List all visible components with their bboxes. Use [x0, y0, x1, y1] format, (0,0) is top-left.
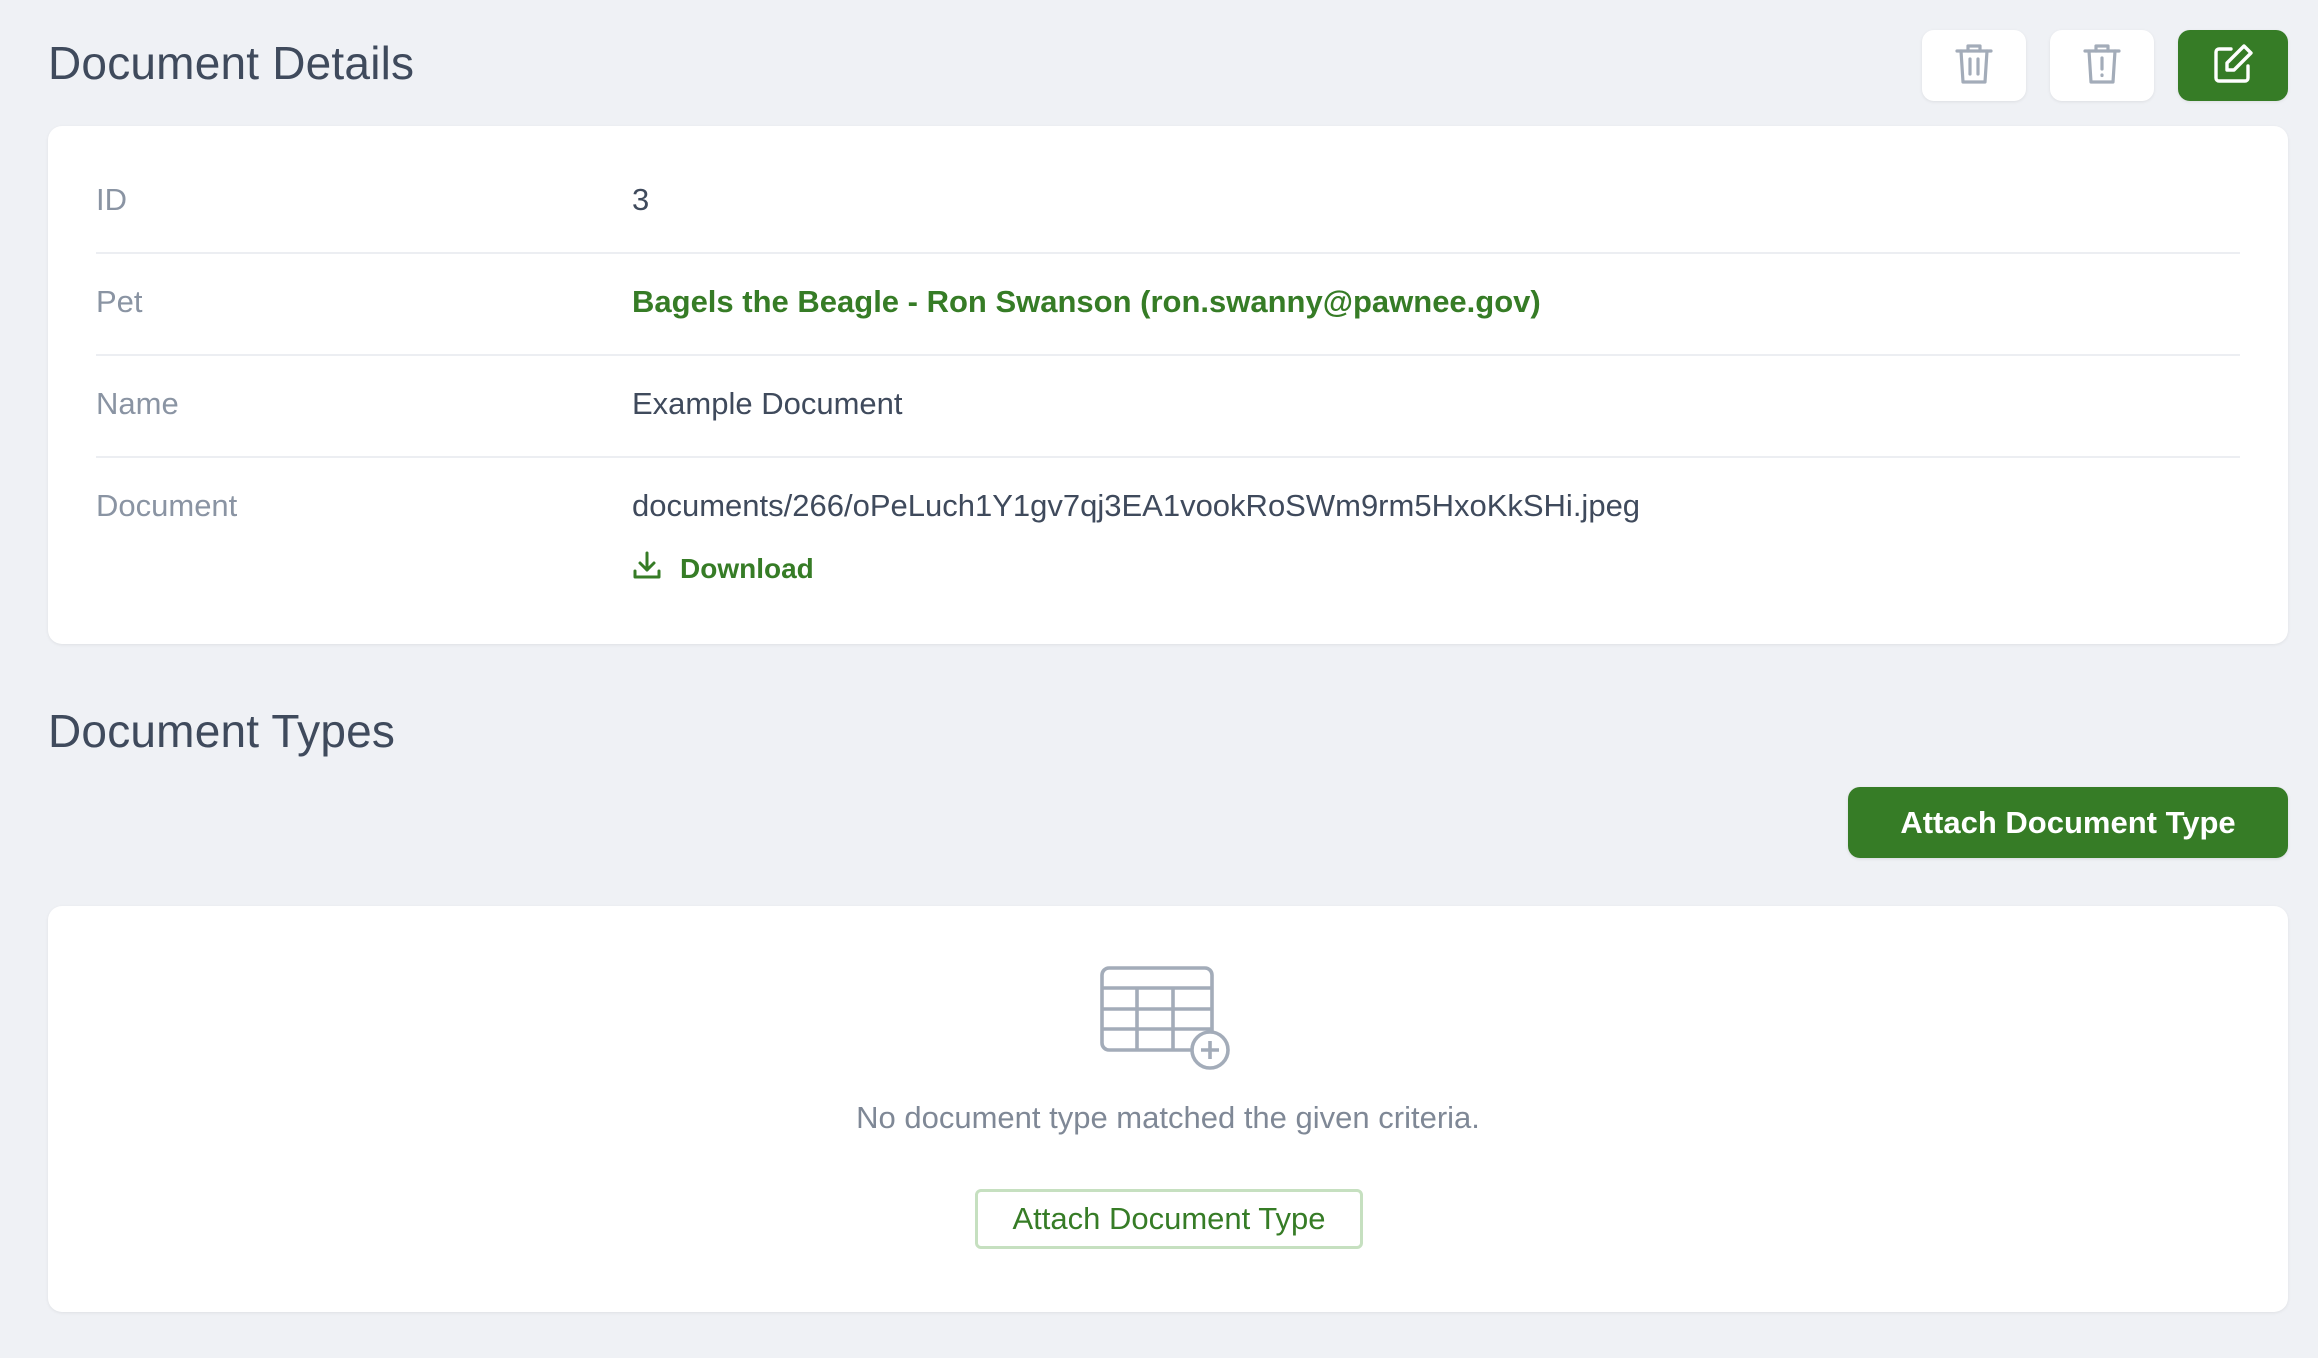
- trash-icon: [1954, 42, 1994, 89]
- download-label: Download: [680, 552, 814, 584]
- detail-value: 3: [632, 182, 650, 217]
- document-types-card: No document type matched the given crite…: [48, 906, 2288, 1312]
- detail-row-id: ID 3: [96, 126, 2240, 254]
- detail-label: Name: [96, 386, 179, 421]
- detail-value: Example Document: [632, 386, 903, 421]
- detail-row-pet: Pet Bagels the Beagle - Ron Swanson (ron…: [96, 252, 2240, 356]
- page-title: Document Details: [48, 37, 415, 89]
- section-title-document-types: Document Types: [48, 705, 396, 757]
- edit-button[interactable]: [2178, 30, 2288, 101]
- detail-label: Pet: [96, 284, 143, 319]
- detail-label: ID: [96, 182, 127, 217]
- detail-row-name: Name Example Document: [96, 354, 2240, 458]
- attach-document-type-empty-button[interactable]: Attach Document Type: [975, 1189, 1363, 1249]
- document-path: documents/266/oPeLuch1Y1gv7qj3EA1vookRoS…: [632, 488, 1641, 523]
- download-link[interactable]: Download: [632, 550, 814, 587]
- download-icon: [632, 550, 662, 587]
- pet-link[interactable]: Bagels the Beagle - Ron Swanson (ron.swa…: [632, 284, 1541, 320]
- empty-state-message: No document type matched the given crite…: [856, 1100, 1480, 1135]
- detail-toolbar: [1922, 30, 2288, 101]
- edit-icon: [2211, 42, 2255, 89]
- detail-label: Document: [96, 488, 238, 523]
- trash-alert-icon: [2082, 42, 2122, 89]
- force-delete-button[interactable]: [2050, 30, 2154, 101]
- document-details-card: ID 3 Pet Bagels the Beagle - Ron Swanson…: [48, 126, 2288, 644]
- attach-document-type-button[interactable]: Attach Document Type: [1848, 787, 2288, 858]
- empty-table-icon: [1100, 966, 1236, 1087]
- detail-row-document: Document documents/266/oPeLuch1Y1gv7qj3E…: [96, 456, 2240, 644]
- delete-button[interactable]: [1922, 30, 2026, 101]
